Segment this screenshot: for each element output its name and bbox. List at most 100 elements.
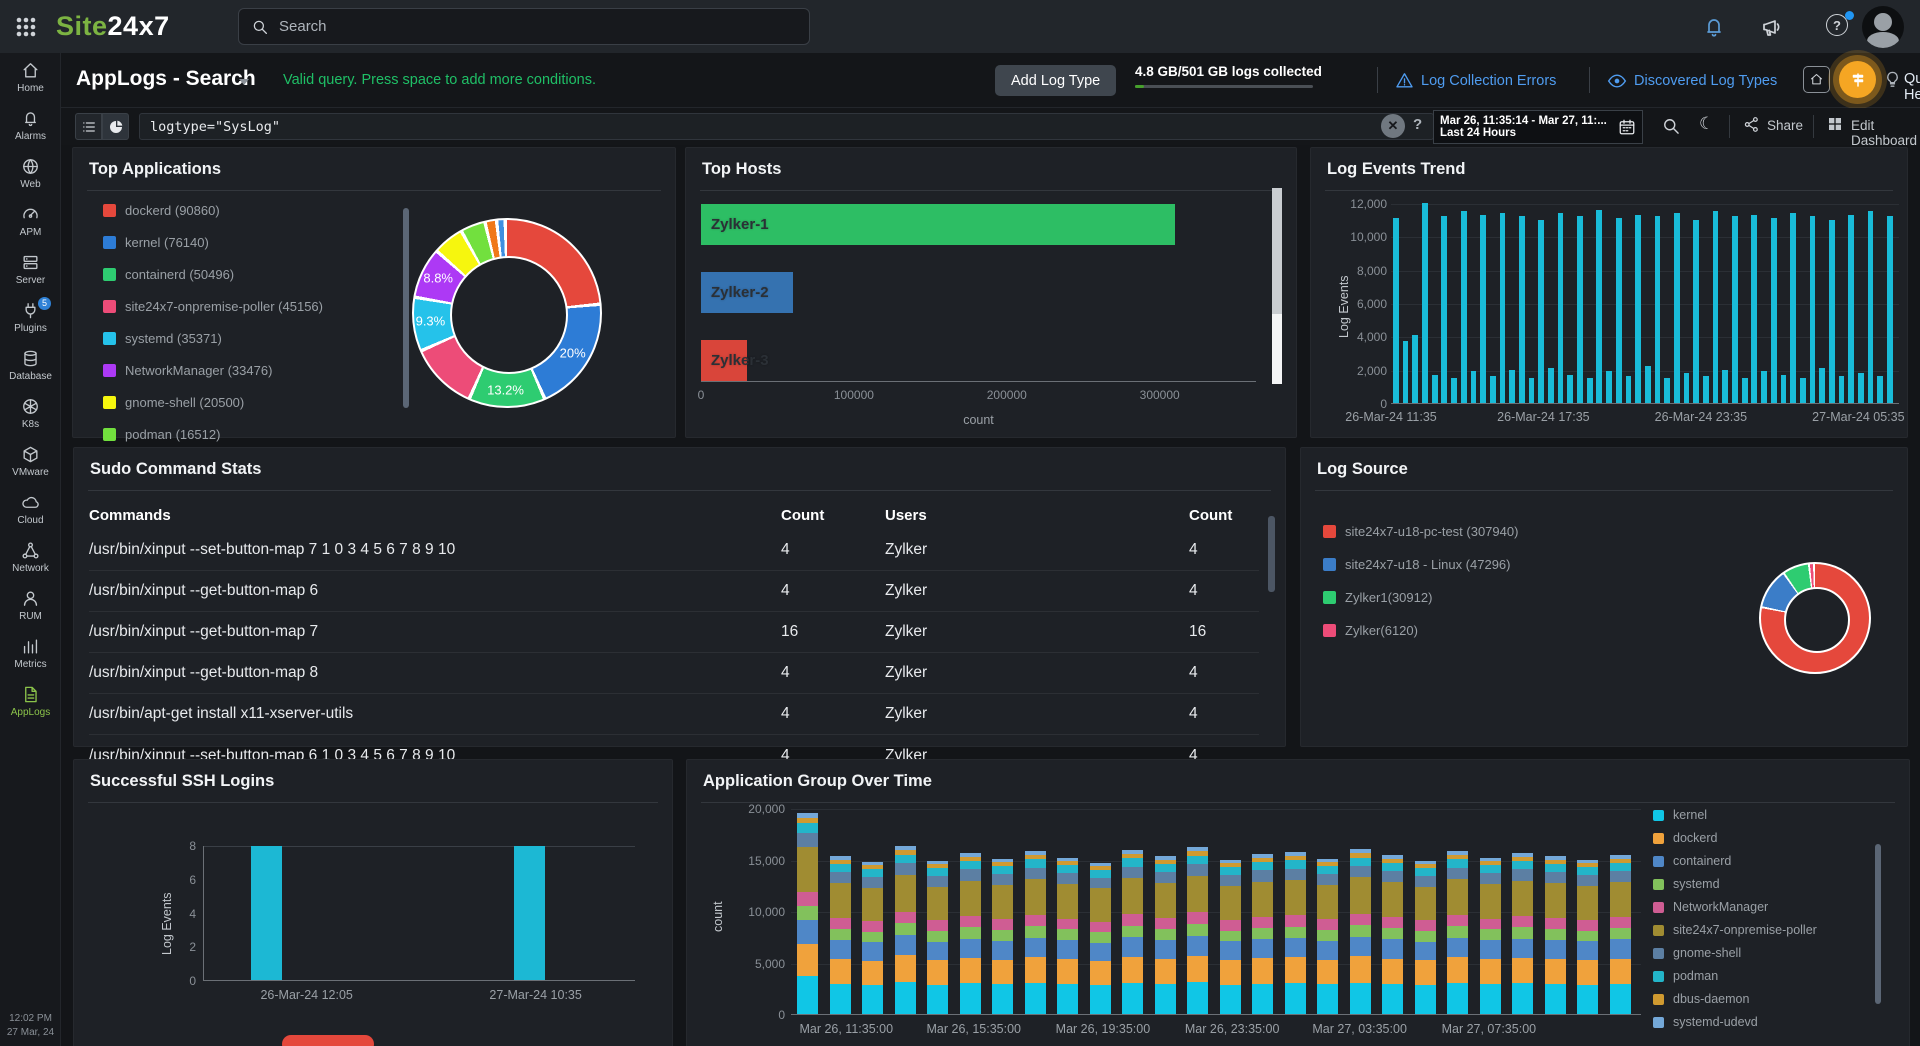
trend-bar[interactable]: [1771, 218, 1777, 403]
dark-mode-moon-icon[interactable]: ☾: [1699, 114, 1714, 134]
stacked-bar[interactable]: [895, 846, 916, 1014]
trend-bar[interactable]: [1761, 371, 1767, 403]
announcements-icon[interactable]: [1760, 15, 1784, 39]
trend-bar[interactable]: [1441, 216, 1447, 403]
legend-item[interactable]: podman: [1653, 969, 1817, 983]
page-title[interactable]: AppLogs - Search: [76, 67, 256, 91]
stacked-bar[interactable]: [1090, 863, 1111, 1014]
share-icon[interactable]: [1743, 116, 1760, 133]
stacked-bar[interactable]: [960, 853, 981, 1014]
global-search-box[interactable]: [238, 8, 810, 45]
edit-dashboard-label[interactable]: Edit Dashboard: [1851, 118, 1920, 148]
host-bar-zylker-3[interactable]: Zylker-3: [701, 340, 747, 381]
stacked-bar[interactable]: [1252, 854, 1273, 1014]
dashboard-home-icon[interactable]: [1803, 66, 1830, 93]
log-collection-errors-link[interactable]: Log Collection Errors: [1395, 71, 1556, 90]
trend-bar[interactable]: [1858, 373, 1864, 403]
sidebar-item-applogs[interactable]: AppLogs: [0, 677, 61, 725]
trend-bar[interactable]: [1519, 216, 1525, 403]
trend-bar[interactable]: [1693, 220, 1699, 403]
edit-dashboard-icon[interactable]: [1827, 116, 1843, 132]
trend-bar[interactable]: [1713, 211, 1719, 403]
stacked-bar[interactable]: [1057, 858, 1078, 1014]
trend-bar[interactable]: [1819, 368, 1825, 403]
trend-bar[interactable]: [1800, 378, 1806, 403]
trend-bar[interactable]: [1480, 215, 1486, 403]
sidebar-item-network[interactable]: Network: [0, 533, 61, 581]
legend-item[interactable]: dbus-daemon: [1653, 992, 1817, 1006]
discovered-log-types-link[interactable]: Discovered Log Types: [1607, 71, 1777, 91]
legend-item[interactable]: Zylker1(30912): [1323, 590, 1518, 605]
stacked-bar[interactable]: [1545, 856, 1566, 1014]
search-icon[interactable]: [1661, 116, 1681, 136]
legend-scrollbar[interactable]: [1875, 844, 1881, 1004]
trend-bar[interactable]: [1887, 216, 1893, 403]
add-log-type-button[interactable]: Add Log Type: [995, 65, 1116, 96]
share-label[interactable]: Share: [1767, 118, 1803, 133]
table-row[interactable]: /usr/bin/xinput --get-button-map 64Zylke…: [89, 571, 1259, 612]
stacked-bar[interactable]: [1512, 853, 1533, 1014]
table-row[interactable]: /usr/bin/xinput --get-button-map 716Zylk…: [89, 612, 1259, 653]
stacked-bar[interactable]: [1285, 852, 1306, 1014]
legend-item[interactable]: gnome-shell: [1653, 946, 1817, 960]
stacked-bar[interactable]: [862, 862, 883, 1014]
trend-bar[interactable]: [1742, 378, 1748, 403]
table-scrollbar[interactable]: [1268, 516, 1275, 592]
legend-item[interactable]: dockerd (90860): [103, 203, 323, 218]
trend-bar[interactable]: [1432, 375, 1438, 403]
stacked-bar[interactable]: [1220, 860, 1241, 1014]
stacked-bar[interactable]: [1382, 855, 1403, 1014]
trend-bar[interactable]: [1403, 341, 1409, 403]
query-list-view-icon[interactable]: [75, 113, 102, 140]
trend-bar[interactable]: [1829, 220, 1835, 403]
guided-tour-icon[interactable]: [1839, 61, 1876, 98]
stacked-bar[interactable]: [1025, 851, 1046, 1014]
stacked-bar[interactable]: [1350, 849, 1371, 1014]
top-applications-donut-chart[interactable]: 20%13.2%9.3%8.8%: [412, 218, 602, 408]
help-icon[interactable]: ?: [1826, 14, 1852, 40]
stacked-bar[interactable]: [1187, 847, 1208, 1014]
trend-bar[interactable]: [1645, 366, 1651, 403]
ssh-login-bar[interactable]: [514, 846, 545, 980]
host-bar-zylker-1[interactable]: Zylker-1: [701, 204, 1175, 245]
trend-bar[interactable]: [1529, 378, 1535, 403]
legend-item[interactable]: systemd-udevd: [1653, 1015, 1817, 1029]
trend-bar[interactable]: [1790, 213, 1796, 403]
trend-bar[interactable]: [1412, 335, 1418, 403]
sidebar-item-database[interactable]: Database: [0, 341, 61, 389]
sidebar-item-metrics[interactable]: Metrics: [0, 629, 61, 677]
stacked-bar[interactable]: [1447, 851, 1468, 1014]
legend-item[interactable]: NetworkManager (33476): [103, 363, 323, 378]
stacked-bar[interactable]: [1122, 850, 1143, 1014]
trend-bar[interactable]: [1635, 215, 1641, 403]
table-row[interactable]: /usr/bin/xinput --set-button-map 7 1 0 3…: [89, 530, 1259, 571]
query-input[interactable]: logtype="SysLog": [139, 113, 1434, 140]
trend-bar[interactable]: [1558, 213, 1564, 403]
legend-item[interactable]: dockerd: [1653, 831, 1817, 845]
trend-bar[interactable]: [1810, 216, 1816, 403]
legend-item[interactable]: systemd (35371): [103, 331, 323, 346]
trend-bar[interactable]: [1587, 378, 1593, 403]
trend-bar[interactable]: [1703, 376, 1709, 403]
notifications-bell-icon[interactable]: [1702, 15, 1726, 39]
chart-scrollbar[interactable]: [1272, 188, 1282, 384]
stacked-bar[interactable]: [830, 856, 851, 1014]
lightbulb-icon[interactable]: [1883, 70, 1902, 89]
sidebar-item-alarms[interactable]: Alarms: [0, 101, 61, 149]
legend-scrollbar[interactable]: [403, 208, 409, 408]
host-bar-zylker-2[interactable]: Zylker-2: [701, 272, 793, 313]
legend-item[interactable]: gnome-shell (20500): [103, 395, 323, 410]
stacked-bar[interactable]: [992, 859, 1013, 1014]
trend-bar[interactable]: [1868, 211, 1874, 403]
trend-bar[interactable]: [1684, 373, 1690, 403]
legend-item[interactable]: podman (16512): [103, 427, 323, 442]
sidebar-item-apm[interactable]: APM: [0, 197, 61, 245]
trend-bar[interactable]: [1596, 210, 1602, 403]
trend-bar[interactable]: [1848, 215, 1854, 403]
trend-bar[interactable]: [1877, 376, 1883, 403]
sidebar-item-home[interactable]: Home: [0, 53, 61, 101]
stacked-bar[interactable]: [1155, 856, 1176, 1014]
trend-bar[interactable]: [1500, 213, 1506, 403]
stacked-bar[interactable]: [797, 813, 818, 1014]
stacked-bar[interactable]: [1415, 861, 1436, 1014]
